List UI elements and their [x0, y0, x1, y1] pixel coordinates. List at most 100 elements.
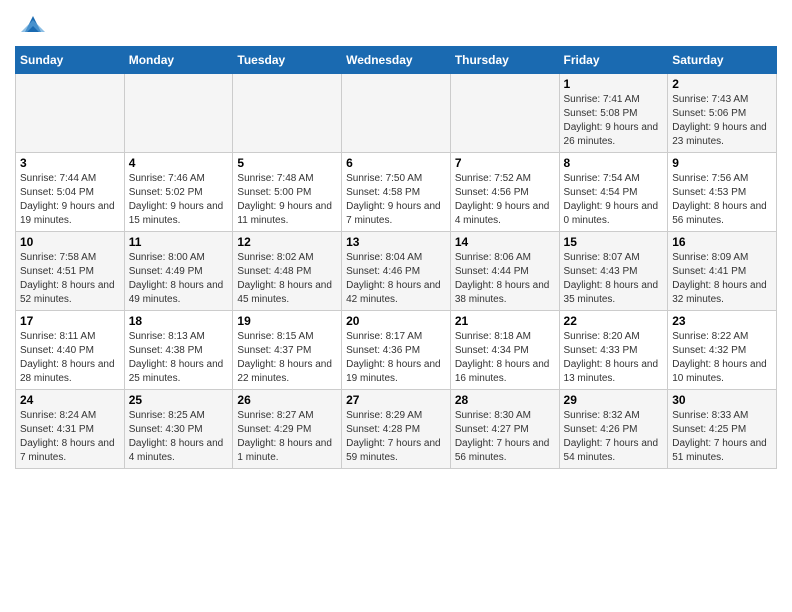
day-number: 25 — [129, 393, 229, 407]
calendar-cell — [124, 74, 233, 153]
day-info: Sunrise: 7:46 AM Sunset: 5:02 PM Dayligh… — [129, 172, 229, 228]
week-row-2: 3 Sunrise: 7:44 AM Sunset: 5:04 PM Daylig… — [16, 153, 777, 232]
day-number: 21 — [455, 314, 555, 328]
day-number: 28 — [455, 393, 555, 407]
day-info: Sunrise: 8:17 AM Sunset: 4:36 PM Dayligh… — [346, 330, 446, 386]
calendar-cell: 26Sunrise: 8:27 AM Sunset: 4:29 PM Dayli… — [233, 390, 342, 469]
day-info: Sunrise: 8:33 AM Sunset: 4:25 PM Dayligh… — [672, 409, 772, 465]
day-header-friday: Friday — [559, 47, 668, 74]
calendar-cell — [342, 74, 451, 153]
day-number: 18 — [129, 314, 229, 328]
day-number: 20 — [346, 314, 446, 328]
calendar-cell — [16, 74, 125, 153]
day-info: Sunrise: 7:41 AM Sunset: 5:08 PM Dayligh… — [564, 93, 664, 149]
calendar-cell: 13 Sunrise: 8:04 AM Sunset: 4:46 PM Dayli… — [342, 232, 451, 311]
logo — [15, 10, 47, 38]
day-header-wednesday: Wednesday — [342, 47, 451, 74]
calendar-cell: 23 Sunrise: 8:22 AM Sunset: 4:32 PM Dayli… — [668, 311, 777, 390]
calendar-cell: 25 Sunrise: 8:25 AM Sunset: 4:30 PM Dayli… — [124, 390, 233, 469]
day-info: Sunrise: 8:07 AM Sunset: 4:43 PM Dayligh… — [564, 251, 664, 307]
calendar-cell: 30 Sunrise: 8:33 AM Sunset: 4:25 PM Dayli… — [668, 390, 777, 469]
day-number: 3 — [20, 156, 120, 170]
day-number: 29 — [564, 393, 664, 407]
calendar-cell: 20 Sunrise: 8:17 AM Sunset: 4:36 PM Dayli… — [342, 311, 451, 390]
day-info: Sunrise: 7:48 AM Sunset: 5:00 PM Dayligh… — [237, 172, 337, 228]
day-number: 8 — [564, 156, 664, 170]
day-info: Sunrise: 8:02 AM Sunset: 4:48 PM Dayligh… — [237, 251, 337, 307]
day-number: 1 — [564, 77, 664, 91]
day-number: 13 — [346, 235, 446, 249]
day-header-saturday: Saturday — [668, 47, 777, 74]
calendar-cell: 8Sunrise: 7:54 AM Sunset: 4:54 PM Daylig… — [559, 153, 668, 232]
calendar-cell: 24 Sunrise: 8:24 AM Sunset: 4:31 PM Dayli… — [16, 390, 125, 469]
day-info: Sunrise: 8:00 AM Sunset: 4:49 PM Dayligh… — [129, 251, 229, 307]
day-number: 5 — [237, 156, 337, 170]
day-header-monday: Monday — [124, 47, 233, 74]
day-info: Sunrise: 8:22 AM Sunset: 4:32 PM Dayligh… — [672, 330, 772, 386]
calendar-cell: 10Sunrise: 7:58 AM Sunset: 4:51 PM Dayli… — [16, 232, 125, 311]
calendar-cell: 5 Sunrise: 7:48 AM Sunset: 5:00 PM Daylig… — [233, 153, 342, 232]
day-info: Sunrise: 8:15 AM Sunset: 4:37 PM Dayligh… — [237, 330, 337, 386]
day-info: Sunrise: 8:24 AM Sunset: 4:31 PM Dayligh… — [20, 409, 120, 465]
day-number: 2 — [672, 77, 772, 91]
calendar-cell — [233, 74, 342, 153]
calendar-cell: 16Sunrise: 8:09 AM Sunset: 4:41 PM Dayli… — [668, 232, 777, 311]
day-number: 23 — [672, 314, 772, 328]
day-number: 11 — [129, 235, 229, 249]
day-number: 27 — [346, 393, 446, 407]
calendar-cell: 27 Sunrise: 8:29 AM Sunset: 4:28 PM Dayli… — [342, 390, 451, 469]
day-number: 19 — [237, 314, 337, 328]
day-number: 14 — [455, 235, 555, 249]
calendar-cell: 18 Sunrise: 8:13 AM Sunset: 4:38 PM Dayli… — [124, 311, 233, 390]
day-info: Sunrise: 7:44 AM Sunset: 5:04 PM Dayligh… — [20, 172, 120, 228]
day-number: 4 — [129, 156, 229, 170]
day-number: 17 — [20, 314, 120, 328]
calendar-cell: 29 Sunrise: 8:32 AM Sunset: 4:26 PM Dayli… — [559, 390, 668, 469]
calendar-cell: 4 Sunrise: 7:46 AM Sunset: 5:02 PM Daylig… — [124, 153, 233, 232]
day-number: 15 — [564, 235, 664, 249]
day-number: 24 — [20, 393, 120, 407]
day-info: Sunrise: 8:11 AM Sunset: 4:40 PM Dayligh… — [20, 330, 120, 386]
day-info: Sunrise: 7:50 AM Sunset: 4:58 PM Dayligh… — [346, 172, 446, 228]
day-info: Sunrise: 7:52 AM Sunset: 4:56 PM Dayligh… — [455, 172, 555, 228]
day-number: 7 — [455, 156, 555, 170]
page-container: SundayMondayTuesdayWednesdayThursdayFrid… — [0, 0, 792, 479]
week-row-4: 17 Sunrise: 8:11 AM Sunset: 4:40 PM Dayli… — [16, 311, 777, 390]
day-number: 22 — [564, 314, 664, 328]
day-info: Sunrise: 8:30 AM Sunset: 4:27 PM Dayligh… — [455, 409, 555, 465]
calendar-cell: 28 Sunrise: 8:30 AM Sunset: 4:27 PM Dayli… — [450, 390, 559, 469]
day-info: Sunrise: 7:43 AM Sunset: 5:06 PM Dayligh… — [672, 93, 772, 149]
day-header-tuesday: Tuesday — [233, 47, 342, 74]
day-number: 16 — [672, 235, 772, 249]
header-row: SundayMondayTuesdayWednesdayThursdayFrid… — [16, 47, 777, 74]
logo-icon — [19, 10, 47, 38]
week-row-1: 1 Sunrise: 7:41 AM Sunset: 5:08 PM Daylig… — [16, 74, 777, 153]
day-info: Sunrise: 8:06 AM Sunset: 4:44 PM Dayligh… — [455, 251, 555, 307]
day-info: Sunrise: 8:20 AM Sunset: 4:33 PM Dayligh… — [564, 330, 664, 386]
day-header-thursday: Thursday — [450, 47, 559, 74]
day-info: Sunrise: 8:27 AM Sunset: 4:29 PM Dayligh… — [237, 409, 337, 465]
calendar-table: SundayMondayTuesdayWednesdayThursdayFrid… — [15, 46, 777, 469]
calendar-cell: 14 Sunrise: 8:06 AM Sunset: 4:44 PM Dayli… — [450, 232, 559, 311]
calendar-cell: 6 Sunrise: 7:50 AM Sunset: 4:58 PM Daylig… — [342, 153, 451, 232]
day-info: Sunrise: 8:04 AM Sunset: 4:46 PM Dayligh… — [346, 251, 446, 307]
day-info: Sunrise: 8:29 AM Sunset: 4:28 PM Dayligh… — [346, 409, 446, 465]
calendar-cell: 15 Sunrise: 8:07 AM Sunset: 4:43 PM Dayli… — [559, 232, 668, 311]
calendar-cell: 1 Sunrise: 7:41 AM Sunset: 5:08 PM Daylig… — [559, 74, 668, 153]
day-number: 9 — [672, 156, 772, 170]
day-info: Sunrise: 8:32 AM Sunset: 4:26 PM Dayligh… — [564, 409, 664, 465]
week-row-5: 24 Sunrise: 8:24 AM Sunset: 4:31 PM Dayli… — [16, 390, 777, 469]
calendar-cell: 3 Sunrise: 7:44 AM Sunset: 5:04 PM Daylig… — [16, 153, 125, 232]
calendar-cell: 22 Sunrise: 8:20 AM Sunset: 4:33 PM Dayli… — [559, 311, 668, 390]
day-info: Sunrise: 8:13 AM Sunset: 4:38 PM Dayligh… — [129, 330, 229, 386]
calendar-cell: 9 Sunrise: 7:56 AM Sunset: 4:53 PM Daylig… — [668, 153, 777, 232]
week-row-3: 10Sunrise: 7:58 AM Sunset: 4:51 PM Dayli… — [16, 232, 777, 311]
day-number: 12 — [237, 235, 337, 249]
calendar-cell — [450, 74, 559, 153]
day-info: Sunrise: 7:56 AM Sunset: 4:53 PM Dayligh… — [672, 172, 772, 228]
calendar-cell: 19 Sunrise: 8:15 AM Sunset: 4:37 PM Dayli… — [233, 311, 342, 390]
header — [15, 10, 777, 38]
day-info: Sunrise: 8:25 AM Sunset: 4:30 PM Dayligh… — [129, 409, 229, 465]
day-number: 30 — [672, 393, 772, 407]
day-number: 6 — [346, 156, 446, 170]
